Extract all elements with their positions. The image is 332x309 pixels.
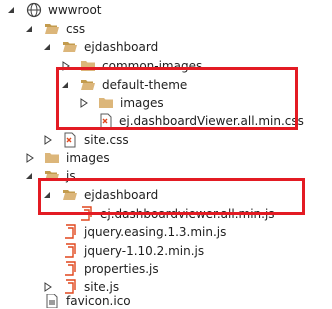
collapse-arrow-icon[interactable] <box>24 23 36 35</box>
highlight-box-js-ejdashboard <box>38 178 305 215</box>
js-file-icon <box>65 224 76 239</box>
tree-item-properties-js-file[interactable]: properties.js <box>0 259 332 279</box>
tree-item-label: images <box>66 151 110 165</box>
tree-item-css-folder[interactable]: css <box>0 19 332 39</box>
tree-item-site-css-file[interactable]: site.css <box>0 130 332 150</box>
tree-item-label: favicon.ico <box>66 294 131 308</box>
tree-item-label: properties.js <box>84 262 159 276</box>
expand-arrow-icon[interactable] <box>42 134 54 146</box>
expand-arrow-icon[interactable] <box>42 281 54 293</box>
folder-icon <box>45 153 59 163</box>
tree-item-label: jquery-1.10.2.min.js <box>84 244 205 258</box>
css-file-icon <box>64 132 76 148</box>
tree-item-label: jquery.easing.1.3.min.js <box>84 225 227 239</box>
tree-item-label: wwwroot <box>48 3 102 17</box>
collapse-arrow-icon[interactable] <box>6 4 18 16</box>
tree-item-label: ejdashboard <box>84 40 159 54</box>
tree-item-css-ejdashboard-folder[interactable]: ejdashboard <box>0 37 332 57</box>
tree-item-label: site.css <box>84 133 129 147</box>
tree-item-wwwroot[interactable]: wwwroot <box>0 0 332 20</box>
tree-item-jquery-easing-file[interactable]: jquery.easing.1.3.min.js <box>0 222 332 242</box>
js-file-icon <box>65 261 76 276</box>
tree-item-label: css <box>66 22 86 36</box>
folder-open-icon <box>45 24 59 34</box>
expand-arrow-icon[interactable] <box>24 152 36 164</box>
collapse-arrow-icon[interactable] <box>24 170 36 182</box>
collapse-arrow-icon[interactable] <box>42 41 54 53</box>
image-file-icon <box>46 294 58 308</box>
js-file-icon <box>65 243 76 258</box>
tree-item-favicon-file[interactable]: favicon.ico <box>0 293 332 308</box>
highlight-box-default-theme <box>56 67 298 130</box>
tree-item-images-folder[interactable]: images <box>0 148 332 168</box>
folder-open-icon <box>63 42 77 52</box>
tree-item-jquery-file[interactable]: jquery-1.10.2.min.js <box>0 241 332 261</box>
globe-icon <box>26 2 42 18</box>
